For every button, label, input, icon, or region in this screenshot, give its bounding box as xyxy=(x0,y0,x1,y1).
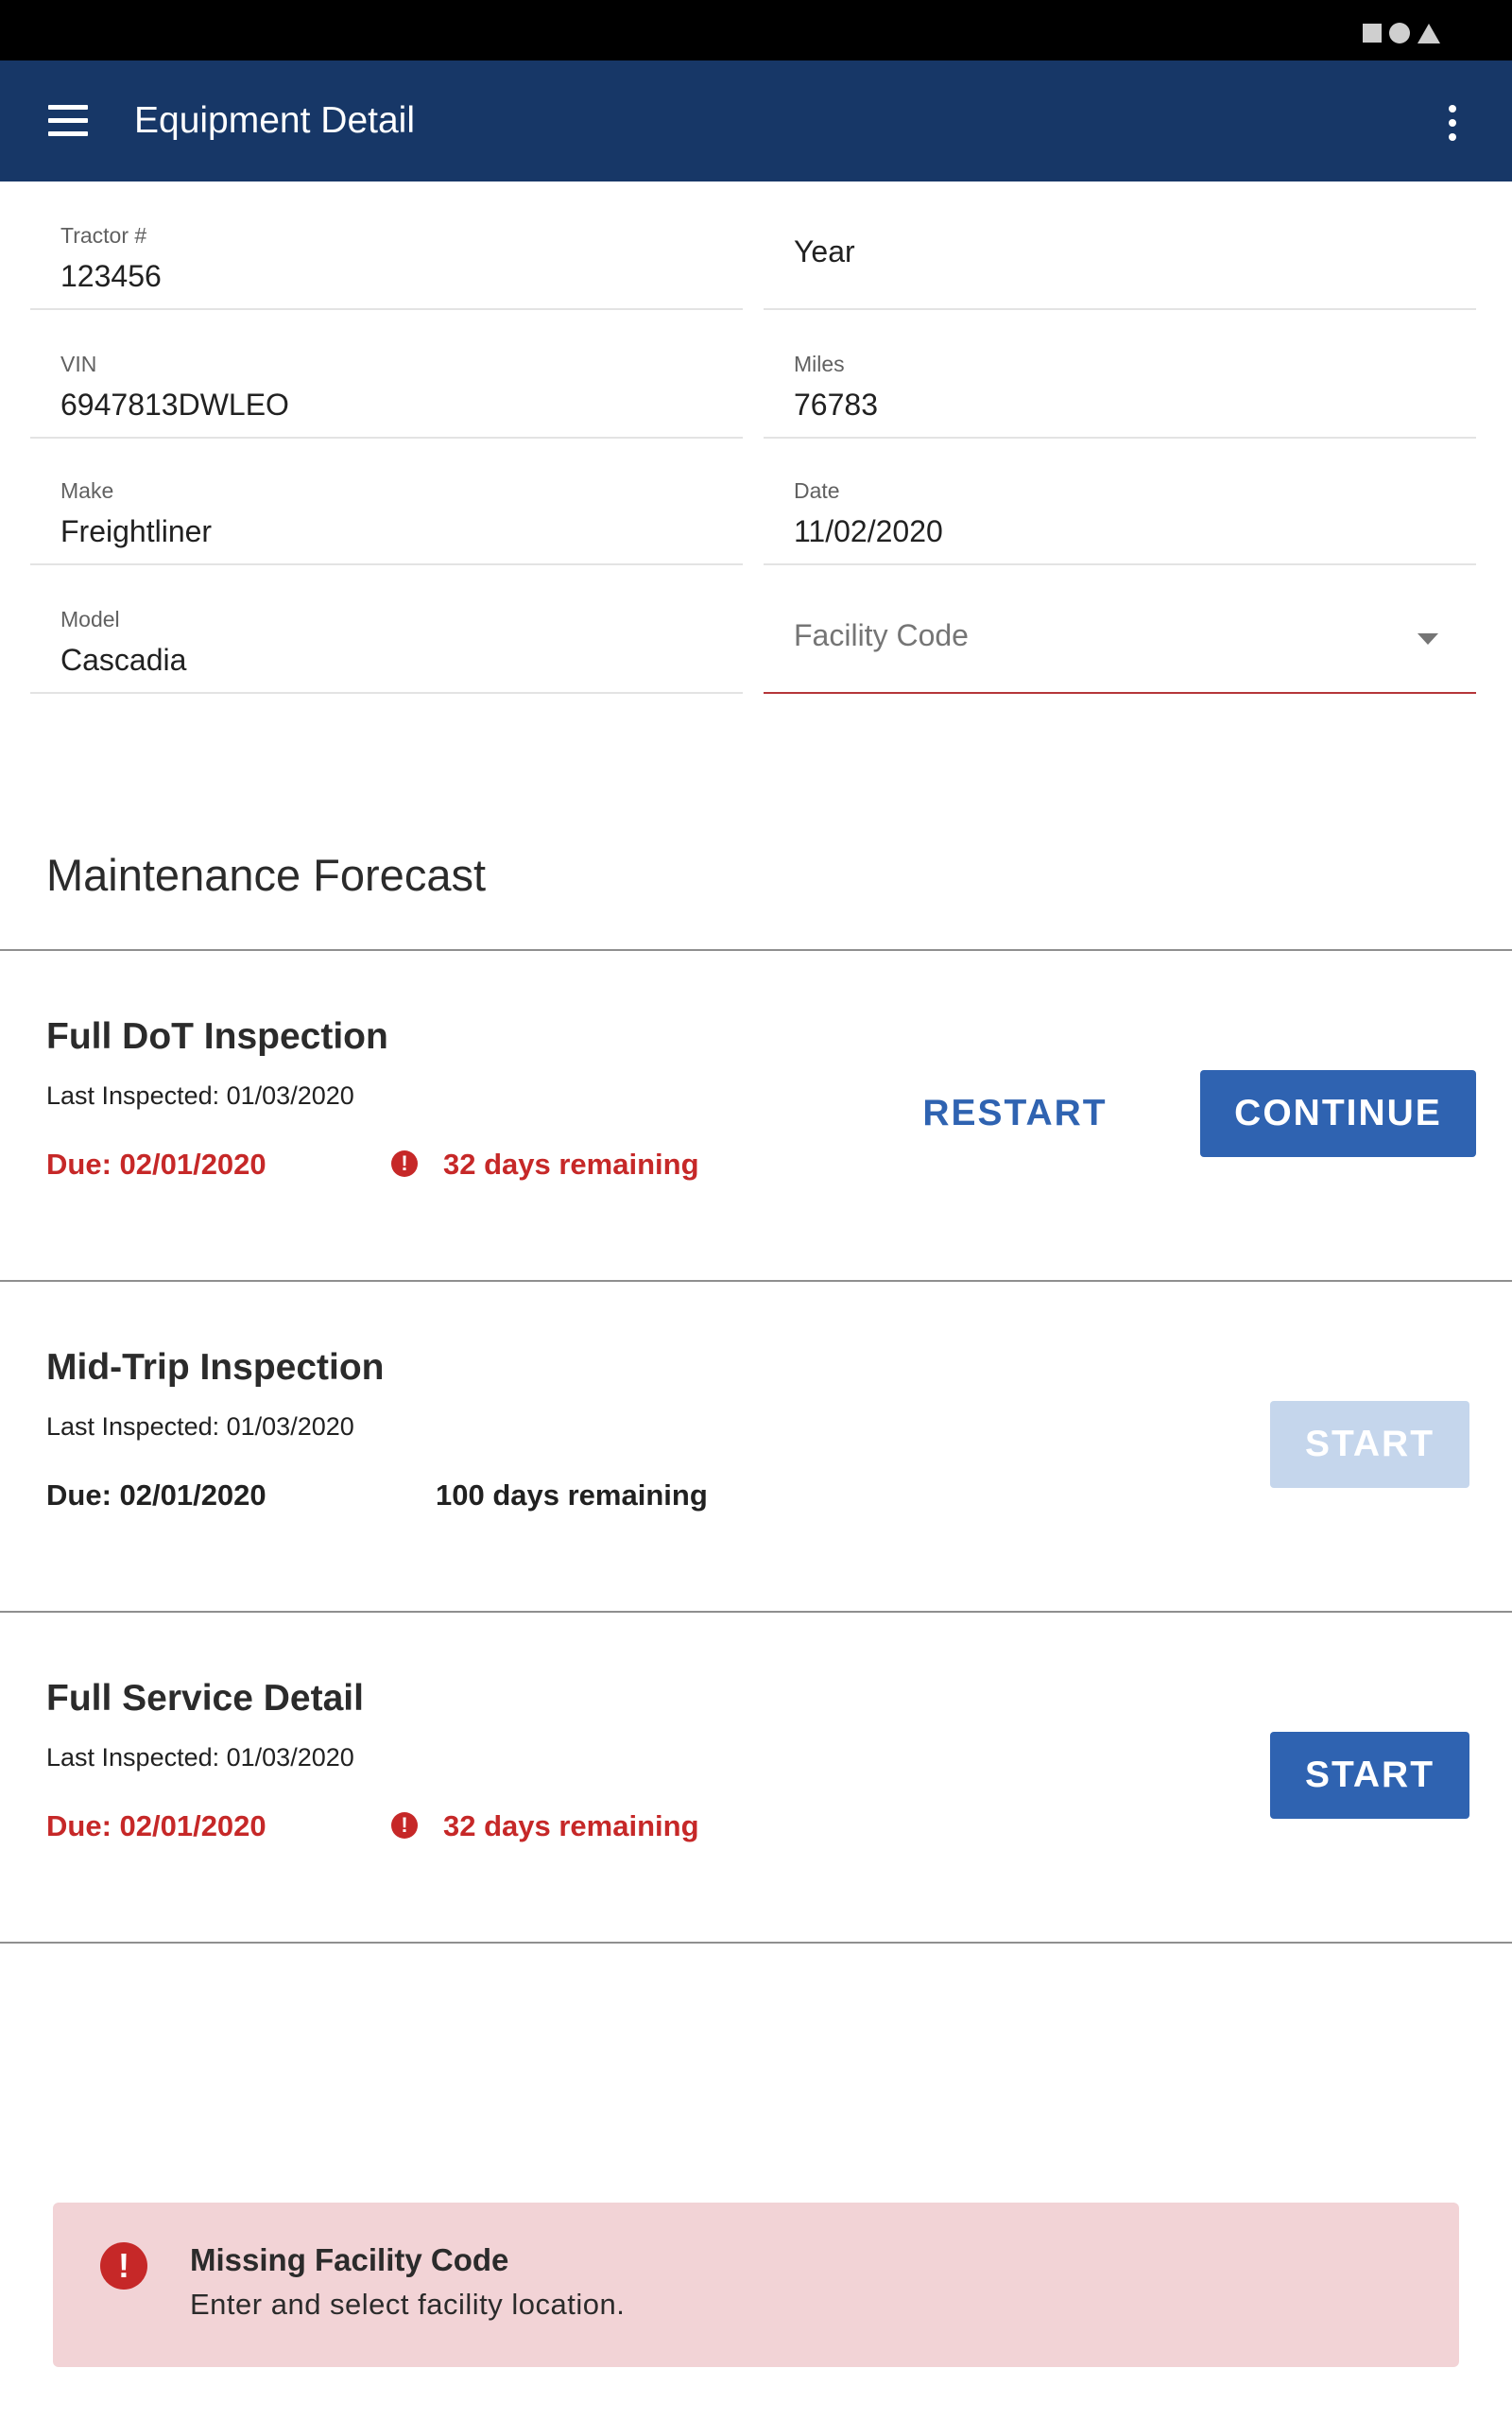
triangle-icon xyxy=(1418,23,1440,43)
model-field[interactable]: Model Cascadia xyxy=(30,565,743,694)
miles-field[interactable]: Miles 76783 xyxy=(764,310,1476,439)
date-label: Date xyxy=(794,478,840,503)
year-placeholder: Year xyxy=(794,234,855,268)
hamburger-menu-icon[interactable] xyxy=(48,105,88,137)
start-button[interactable]: START xyxy=(1270,1732,1469,1819)
error-snackbar: ! Missing Facility Code Enter and select… xyxy=(53,2203,1459,2367)
restart-button[interactable]: RESTART xyxy=(902,1070,1128,1157)
start-button-disabled[interactable]: START xyxy=(1270,1401,1469,1488)
dropdown-arrow-icon[interactable] xyxy=(1418,633,1438,645)
facility-code-dropdown[interactable]: Facility Code xyxy=(764,565,1476,694)
status-icons xyxy=(1363,23,1440,43)
app-bar: Equipment Detail xyxy=(0,60,1512,182)
divider xyxy=(0,1611,1512,1613)
vin-label: VIN xyxy=(60,352,97,376)
error-icon: ! xyxy=(100,2242,147,2290)
days-remaining: 32 days remaining xyxy=(443,1148,699,1181)
date-field[interactable]: Date 11/02/2020 xyxy=(764,437,1476,565)
divider xyxy=(0,949,1512,951)
make-value: Freightliner xyxy=(60,514,213,548)
due-date: Due: 02/01/2020 xyxy=(46,1148,266,1181)
due-date: Due: 02/01/2020 xyxy=(46,1809,266,1842)
item-title: Mid-Trip Inspection xyxy=(46,1347,385,1388)
miles-value: 76783 xyxy=(794,388,878,422)
alert-icon: ! xyxy=(391,1150,418,1177)
circle-icon xyxy=(1389,23,1410,43)
snackbar-title: Missing Facility Code xyxy=(190,2242,509,2277)
miles-label: Miles xyxy=(794,352,845,376)
status-bar xyxy=(0,0,1512,60)
vin-value: 6947813DWLEO xyxy=(60,388,289,422)
model-value: Cascadia xyxy=(60,643,187,677)
last-inspected: Last Inspected: 01/03/2020 xyxy=(46,1412,354,1441)
page-title: Equipment Detail xyxy=(134,100,415,141)
last-inspected: Last Inspected: 01/03/2020 xyxy=(46,1743,354,1772)
vin-field[interactable]: VIN 6947813DWLEO xyxy=(30,310,743,439)
days-remaining: 100 days remaining xyxy=(436,1478,708,1512)
days-remaining: 32 days remaining xyxy=(443,1809,699,1842)
divider xyxy=(0,1280,1512,1282)
facility-code-placeholder: Facility Code xyxy=(794,618,969,652)
square-icon xyxy=(1363,24,1382,43)
continue-button[interactable]: CONTINUE xyxy=(1200,1070,1476,1157)
last-inspected: Last Inspected: 01/03/2020 xyxy=(46,1081,354,1110)
tractor-value: 123456 xyxy=(60,259,162,293)
item-title: Full DoT Inspection xyxy=(46,1016,388,1057)
divider xyxy=(0,1942,1512,1944)
date-value: 11/02/2020 xyxy=(794,514,943,548)
tractor-field[interactable]: Tractor # 123456 xyxy=(30,182,743,310)
year-field[interactable]: Year xyxy=(764,182,1476,310)
make-label: Make xyxy=(60,478,114,503)
section-title: Maintenance Forecast xyxy=(46,850,487,900)
tractor-label: Tractor # xyxy=(60,223,147,248)
alert-icon: ! xyxy=(391,1812,418,1839)
more-vert-icon[interactable] xyxy=(1441,103,1464,143)
item-title: Full Service Detail xyxy=(46,1678,364,1719)
snackbar-message: Enter and select facility location. xyxy=(190,2288,626,2321)
make-field[interactable]: Make Freightliner xyxy=(30,437,743,565)
due-date: Due: 02/01/2020 xyxy=(46,1478,266,1512)
model-label: Model xyxy=(60,607,120,631)
